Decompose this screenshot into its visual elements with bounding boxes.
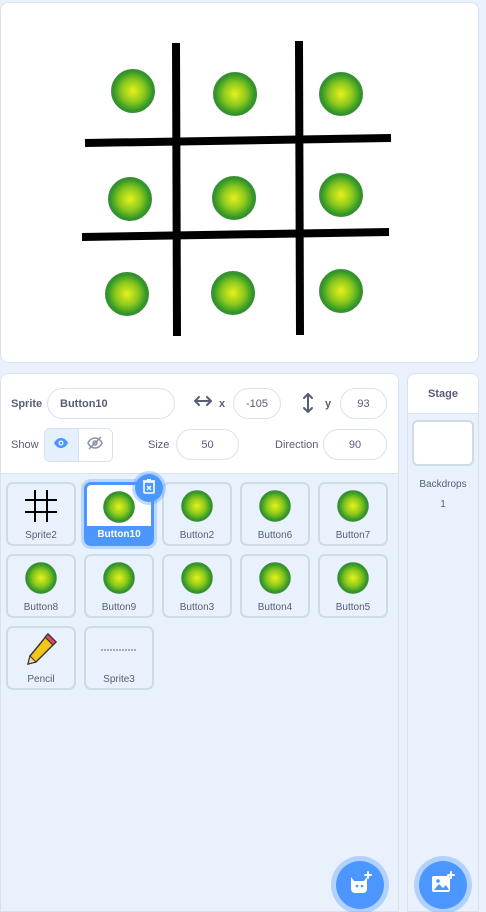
stage-button (108, 177, 152, 221)
sprite-name-input[interactable]: Button10 (47, 388, 175, 419)
visibility-toggle (44, 428, 113, 462)
stage-button (212, 176, 256, 220)
size-label: Size (148, 439, 170, 451)
sprite-tile[interactable]: Button3 (162, 554, 232, 618)
sprite-tile[interactable]: Button7 (318, 482, 388, 546)
sprite-thumbnail (164, 558, 230, 598)
stage-button (211, 271, 255, 315)
sprite-tile[interactable]: Sprite3 (84, 626, 154, 690)
stage-button (319, 269, 363, 313)
eye-icon (53, 436, 69, 454)
trash-icon (142, 478, 156, 499)
eye-slash-icon (87, 435, 104, 455)
sprite-name: Button2 (179, 530, 215, 541)
delete-sprite-button[interactable] (135, 474, 163, 502)
image-plus-icon (430, 870, 456, 900)
stage-title: Stage (408, 374, 478, 414)
choose-sprite-button[interactable] (336, 861, 384, 909)
sprite-name: Button3 (179, 602, 215, 613)
sprite-name: Button5 (335, 602, 371, 613)
sprite-name: Button7 (335, 530, 371, 541)
grid-line (295, 40, 304, 336)
sprite-name: Sprite2 (25, 530, 57, 541)
stage-button (213, 72, 257, 116)
sprite-name: Sprite3 (103, 674, 135, 685)
sprite-thumbnail (86, 630, 152, 670)
grid-line (81, 228, 390, 241)
direction-input[interactable]: 90 (323, 429, 387, 460)
direction-label: Direction (275, 439, 319, 451)
show-label: Show (11, 439, 39, 451)
sprite-thumbnail (242, 486, 308, 526)
sprite-name: Button4 (257, 602, 293, 613)
vertical-arrows-icon (302, 393, 314, 418)
sprite-name: Button9 (101, 602, 137, 613)
sprite-thumbnail (242, 558, 308, 598)
choose-backdrop-button[interactable] (419, 861, 467, 909)
sprite-thumbnail (86, 558, 152, 598)
grid-line (84, 134, 392, 147)
horizontal-arrows-icon (194, 394, 212, 413)
stage-selector[interactable]: Stage Backdrops 1 (407, 373, 479, 912)
backdrops-count: 1 (440, 499, 446, 510)
stage-button (105, 272, 149, 316)
sprite-tile[interactable]: Button6 (240, 482, 310, 546)
sprite-name: Pencil (27, 674, 55, 685)
stage-scene (81, 40, 392, 337)
sprite-thumbnail (8, 558, 74, 598)
stage-thumbnail[interactable] (412, 420, 474, 466)
y-input[interactable]: 93 (340, 388, 387, 419)
sprite-thumbnail (320, 558, 386, 598)
sprite-name: Button10 (87, 526, 151, 543)
show-button[interactable] (45, 429, 79, 461)
sprite-thumbnail (8, 486, 74, 526)
sprite-tile[interactable]: Pencil (6, 626, 76, 690)
y-label: y (325, 398, 332, 410)
stage-canvas[interactable] (0, 2, 479, 363)
sprite-label: Sprite (11, 398, 43, 410)
sprite-tile[interactable]: Button5 (318, 554, 388, 618)
stage-buttons (105, 69, 363, 316)
grid-line (172, 42, 181, 337)
sprite-name: Button6 (257, 530, 293, 541)
sprite-tile[interactable]: Button9 (84, 554, 154, 618)
sprite-tile[interactable]: Sprite2 (6, 482, 76, 546)
stage-button (319, 72, 363, 116)
x-input[interactable]: -105 (233, 388, 281, 419)
sprite-tile[interactable]: Button8 (6, 554, 76, 618)
sprite-thumbnail (164, 486, 230, 526)
stage-button (111, 69, 155, 113)
stage-button (319, 173, 363, 217)
cat-plus-icon (347, 870, 373, 900)
sprite-tile[interactable]: Button4 (240, 554, 310, 618)
sprite-name: Button8 (23, 602, 59, 613)
x-label: x (219, 398, 226, 410)
sprite-thumbnail (320, 486, 386, 526)
hide-button[interactable] (78, 429, 112, 461)
sprite-info-panel: Sprite Button10 x -105 y 93 Show Size 50… (1, 374, 398, 474)
sprite-thumbnail (8, 630, 74, 670)
sprite-tile[interactable]: Button2 (162, 482, 232, 546)
backdrops-label: Backdrops (419, 479, 467, 490)
size-input[interactable]: 50 (176, 429, 239, 460)
